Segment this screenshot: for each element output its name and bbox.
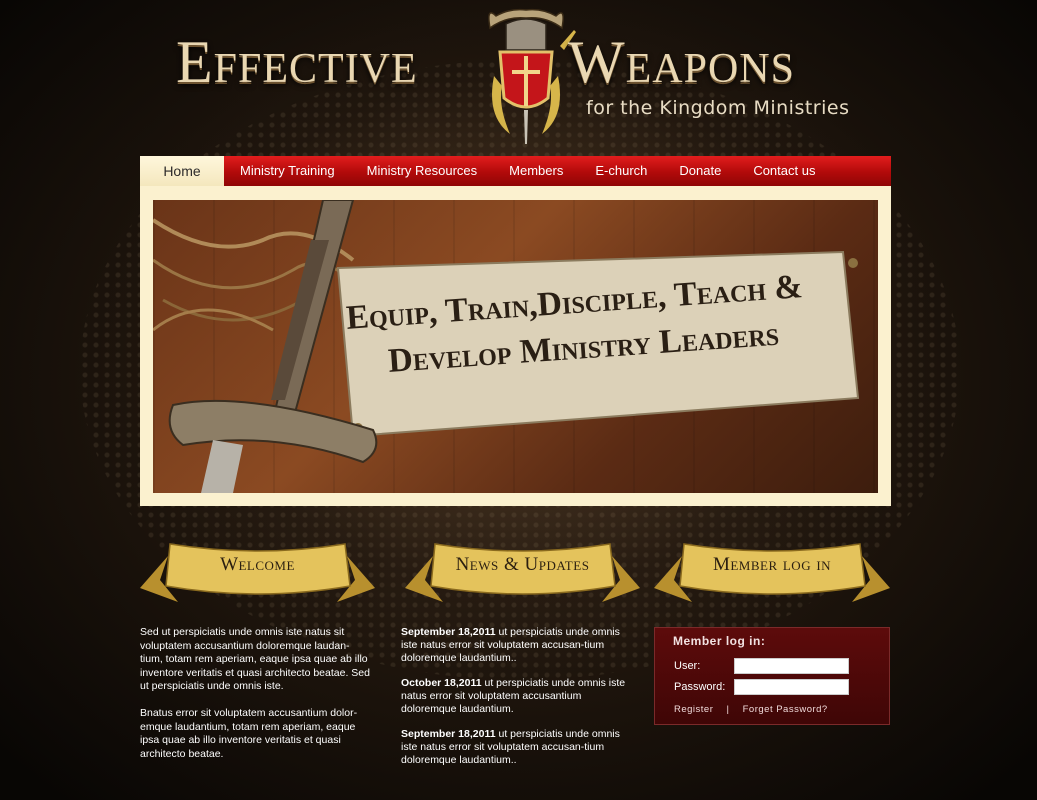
site-header: Effective Weapons for the Kingdom Minist… — [0, 0, 1037, 150]
nav-ministry-training[interactable]: Ministry Training — [224, 156, 351, 186]
welcome-paragraph-1: Sed ut perspiciatis unde omnis iste natu… — [140, 626, 370, 693]
news-list: September 18,2011 ut perspiciatis unde o… — [401, 626, 626, 779]
ribbon-welcome: Welcome — [140, 536, 375, 608]
ribbon-login: Member log in — [654, 536, 890, 608]
login-links: Register | Forget Password? — [674, 704, 838, 715]
user-input[interactable] — [734, 658, 849, 674]
password-input[interactable] — [734, 679, 849, 695]
nav-home[interactable]: Home — [140, 156, 224, 186]
news-date[interactable]: September 18,2011 — [401, 728, 496, 740]
login-links-separator: | — [726, 704, 730, 715]
forgot-password-link[interactable]: Forget Password? — [743, 704, 828, 715]
news-date[interactable]: October 18,2011 — [401, 677, 482, 689]
welcome-paragraph-2: Bnatus error sit voluptatem accusantium … — [140, 706, 358, 760]
nav-echurch[interactable]: E-church — [579, 156, 663, 186]
logo-tagline: for the Kingdom Ministries — [586, 97, 850, 119]
news-item: September 18,2011 ut perspiciatis unde o… — [401, 728, 626, 767]
nav-members[interactable]: Members — [493, 156, 579, 186]
hero-banner: Equip, Train,Disciple, Teach & Develop M… — [153, 200, 878, 493]
news-date[interactable]: September 18,2011 — [401, 626, 496, 638]
member-login-box: Member log in: User: Password: Register … — [654, 627, 890, 725]
register-link[interactable]: Register — [674, 704, 713, 715]
news-item: September 18,2011 ut perspiciatis unde o… — [401, 626, 626, 665]
welcome-text: Sed ut perspiciatis unde omnis iste natu… — [140, 626, 372, 774]
ribbon-news: News & Updates — [405, 536, 640, 608]
password-label: Password: — [674, 681, 726, 693]
logo-word-weapons: Weapons — [568, 29, 795, 95]
user-label: User: — [674, 660, 701, 672]
helmet-shield-emblem-icon — [488, 8, 576, 144]
ribbon-login-label: Member log in — [712, 554, 832, 575]
nav-donate[interactable]: Donate — [663, 156, 737, 186]
nav-contact-us[interactable]: Contact us — [737, 156, 831, 186]
ribbon-news-label: News & Updates — [455, 554, 590, 575]
ribbon-welcome-label: Welcome — [220, 554, 295, 575]
login-box-title: Member log in: — [673, 634, 766, 648]
main-nav: Home Ministry Training Ministry Resource… — [140, 156, 891, 186]
news-item: October 18,2011 ut perspiciatis unde omn… — [401, 677, 626, 716]
nav-ministry-resources[interactable]: Ministry Resources — [351, 156, 494, 186]
logo-word-effective: Effective — [176, 29, 418, 95]
